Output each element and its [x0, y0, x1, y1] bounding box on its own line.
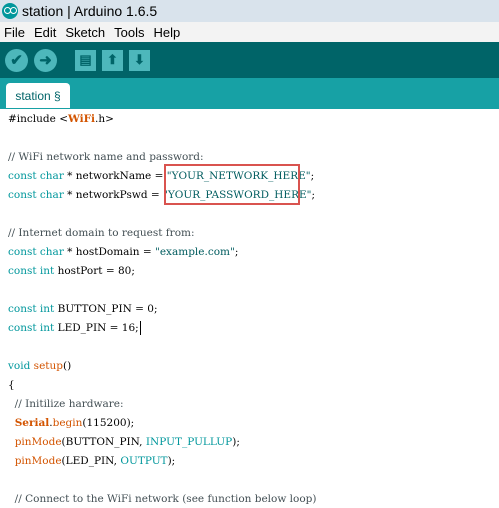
toolbar: ✔ ➜ ▤ ⬆ ⬇	[0, 42, 499, 78]
menu-sketch[interactable]: Sketch	[61, 25, 109, 40]
code-line: const int BUTTON_PIN = 0;	[8, 303, 158, 315]
window-title-bar: station | Arduino 1.6.5	[0, 0, 499, 23]
code-line: pinMode(BUTTON_PIN, INPUT_PULLUP);	[14, 436, 240, 448]
arrow-down-icon: ⬇	[134, 52, 145, 67]
code-line: const int hostPort = 80;	[8, 265, 135, 277]
arrow-right-icon: ➜	[39, 52, 52, 69]
code-line: const int LED_PIN = 16;	[8, 321, 141, 335]
menu-tools[interactable]: Tools	[110, 25, 148, 40]
menu-help[interactable]: Help	[149, 25, 184, 40]
new-file-icon: ▤	[79, 52, 92, 67]
code-line: pinMode(LED_PIN, OUTPUT);	[14, 455, 176, 467]
menu-bar: File Edit Sketch Tools Help	[0, 22, 499, 42]
menu-edit[interactable]: Edit	[30, 25, 60, 40]
checkmark-icon: ✔	[10, 52, 23, 69]
new-sketch-button[interactable]: ▤	[75, 49, 96, 71]
code-line: void setup()	[8, 360, 72, 372]
arduino-logo-icon	[2, 3, 18, 19]
verify-button[interactable]: ✔	[5, 48, 28, 72]
open-sketch-button[interactable]: ⬆	[102, 49, 123, 71]
tab-bar: station §	[0, 78, 499, 108]
upload-button[interactable]: ➜	[34, 48, 57, 72]
code-line: // Connect to the WiFi network (see func…	[8, 493, 317, 505]
arrow-up-icon: ⬆	[107, 52, 118, 67]
code-line: #include <WiFi.h>	[8, 113, 114, 125]
window-title: station | Arduino 1.6.5	[22, 3, 158, 19]
code-line: const char * hostDomain = "example.com";	[8, 246, 239, 258]
save-sketch-button[interactable]: ⬇	[129, 49, 150, 71]
code-line: Serial.begin(115200);	[14, 417, 135, 429]
text-cursor	[139, 321, 141, 335]
menu-file[interactable]: File	[0, 25, 29, 40]
tab-station[interactable]: station §	[6, 83, 70, 108]
code-line: {	[8, 379, 15, 391]
code-line: // Initilize hardware:	[8, 398, 124, 410]
highlight-box	[164, 164, 300, 205]
code-line: // Internet domain to request from:	[8, 227, 195, 239]
